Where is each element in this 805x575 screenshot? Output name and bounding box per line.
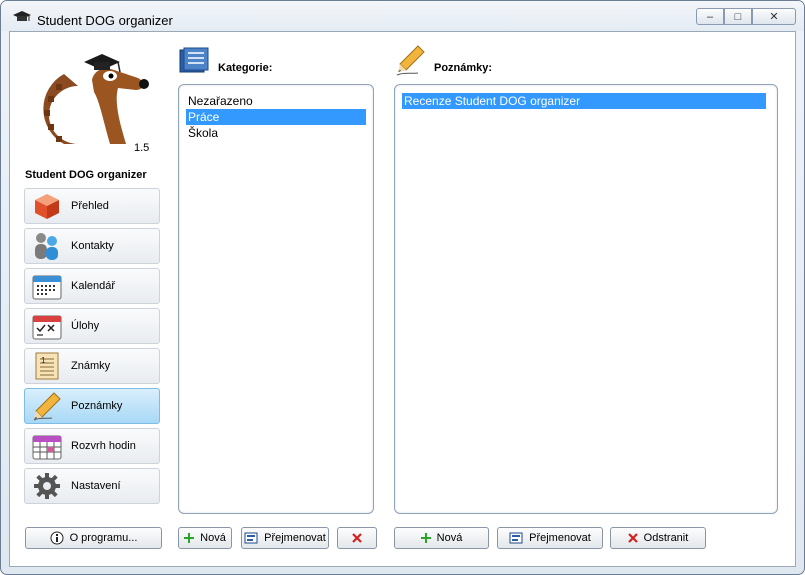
about-button[interactable]: O programu... (25, 527, 162, 549)
note-rename-label: Přejmenovat (529, 532, 591, 544)
sidebar-item-prehled[interactable]: Přehled (24, 188, 160, 224)
minimize-button[interactable]: – (696, 8, 724, 25)
note-delete-label: Odstranit (643, 532, 689, 544)
sidebar-item-kalendar[interactable]: Kalendář (24, 268, 160, 304)
rename-icon (244, 532, 258, 544)
graduation-cap-icon (13, 11, 31, 21)
sidebar-item-label: Rozvrh hodin (71, 440, 136, 452)
sidebar-app-name: Student DOG organizer (25, 169, 147, 181)
rename-icon (509, 532, 523, 544)
sidebar-item-znamky[interactable]: 1 Známky (24, 348, 160, 384)
note-new-label: Nová (436, 532, 463, 544)
pencil-icon (31, 391, 63, 421)
category-rename-label: Přejmenovat (264, 532, 326, 544)
sidebar-item-ulohy[interactable]: Úlohy (24, 308, 160, 344)
category-delete-button[interactable] (337, 527, 377, 549)
gear-icon (31, 471, 63, 501)
plus-icon (420, 533, 431, 543)
cube-icon (31, 191, 63, 221)
people-icon (31, 231, 63, 261)
tasks-icon (31, 311, 63, 341)
category-item[interactable]: Škola (186, 125, 366, 141)
notes-title: Poznámky: (434, 62, 493, 74)
info-icon (50, 531, 64, 545)
sidebar-item-label: Nastavení (71, 480, 121, 492)
app-window: Student DOG organizer – □ ✕ 1.5 Student … (0, 0, 805, 575)
category-item[interactable]: Nezařazeno (186, 93, 366, 109)
timetable-icon (31, 431, 63, 461)
sidebar-item-label: Úlohy (71, 320, 100, 332)
sidebar-item-rozvrh[interactable]: Rozvrh hodin (24, 428, 160, 464)
client-area: 1.5 Student DOG organizer Přehled Kontak… (9, 31, 796, 567)
dog-logo (43, 54, 149, 144)
sidebar-item-label: Přehled (71, 200, 109, 212)
categories-list[interactable]: Nezařazeno Práce Škola (178, 84, 374, 514)
sidebar-item-label: Kalendář (71, 280, 116, 292)
sidebar-item-nastaveni[interactable]: Nastavení (24, 468, 160, 504)
sidebar-item-label: Kontakty (71, 240, 114, 252)
maximize-button[interactable]: □ (724, 8, 752, 25)
grades-icon: 1 (31, 351, 63, 381)
notes-list[interactable]: Recenze Student DOG organizer (394, 84, 778, 514)
categories-title: Kategorie: (218, 62, 273, 74)
category-new-label: Nová (200, 532, 226, 544)
title-bar[interactable]: Student DOG organizer – □ ✕ (1, 1, 804, 31)
category-item[interactable]: Práce (186, 109, 366, 125)
window-title: Student DOG organizer (37, 13, 173, 28)
close-button[interactable]: ✕ (752, 8, 796, 25)
sidebar-item-poznamky[interactable]: Poznámky (24, 388, 160, 424)
sidebar-item-label: Známky (71, 360, 111, 372)
delete-icon (627, 533, 638, 543)
about-button-label: O programu... (69, 532, 138, 544)
sidebar-item-kontakty[interactable]: Kontakty (24, 228, 160, 264)
category-rename-button[interactable]: Přejmenovat (241, 527, 329, 549)
svg-text:1: 1 (41, 356, 46, 365)
plus-icon (184, 533, 195, 543)
pencil-icon (396, 45, 425, 76)
version-label: 1.5 (134, 142, 150, 154)
note-rename-button[interactable]: Přejmenovat (497, 527, 603, 549)
note-delete-button[interactable]: Odstranit (610, 527, 706, 549)
note-item[interactable]: Recenze Student DOG organizer (402, 93, 766, 109)
database-icon (179, 47, 209, 73)
sidebar-item-label: Poznámky (71, 400, 123, 412)
category-new-button[interactable]: Nová (178, 527, 232, 549)
delete-icon (352, 533, 362, 543)
note-new-button[interactable]: Nová (394, 527, 489, 549)
sidebar-nav: Přehled Kontakty Kalendář Úlohy 1 Známky… (24, 188, 160, 508)
calendar-icon (31, 271, 63, 301)
